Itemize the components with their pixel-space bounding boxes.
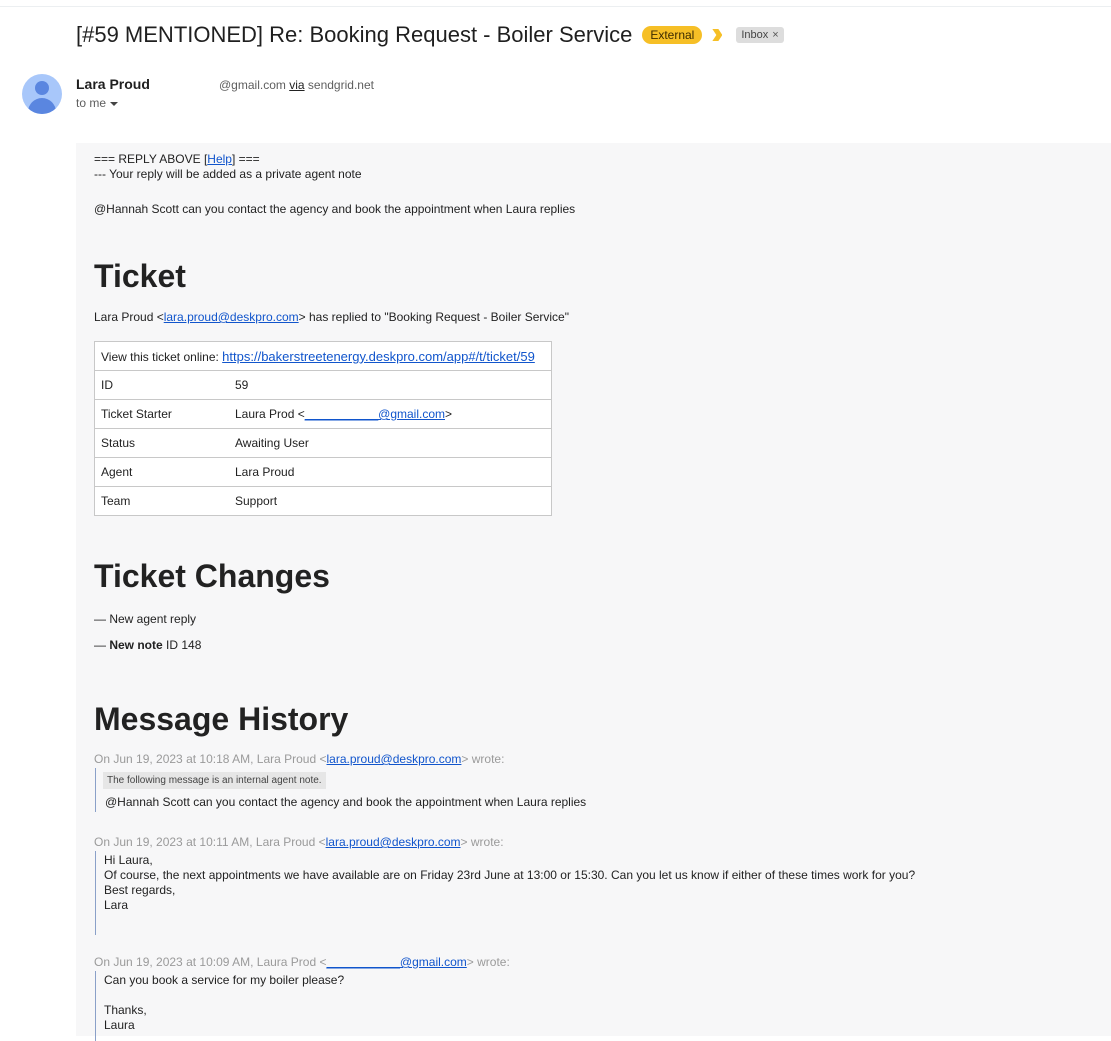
reply-above-prefix: === REPLY ABOVE [ <box>94 152 208 166</box>
table-row: Agent Lara Proud <box>94 457 552 487</box>
sender-avatar[interactable] <box>22 74 62 114</box>
change-item: — New agent reply <box>94 612 197 626</box>
message-body: === REPLY ABOVE [Help] === --- Your repl… <box>76 143 1111 1041</box>
email-subject: [#59 MENTIONED] Re: Booking Request - Bo… <box>76 22 633 47</box>
history-line: Laura <box>104 1018 135 1032</box>
view-online-label: View this ticket online: <box>101 349 223 364</box>
row-value: Lara Proud <box>229 457 552 487</box>
chevron-down-icon <box>110 101 119 106</box>
message-history-heading: Message History <box>94 701 349 737</box>
change-dash: — <box>94 638 110 652</box>
replied-suffix: > has replied to "Booking Request - Boil… <box>298 310 569 324</box>
history-line: Lara <box>104 898 129 912</box>
inbox-label: Inbox × <box>736 27 784 43</box>
avatar-head <box>35 81 49 95</box>
internal-note-banner: The following message is an internal age… <box>103 772 326 789</box>
history-header: On Jun 19, 2023 at 10:09 AM, Laura Prod … <box>94 955 510 969</box>
table-row: Ticket Starter Laura Prod <___________@g… <box>94 399 552 429</box>
history-line: @Hannah Scott can you contact the agency… <box>105 795 586 809</box>
mention-line: @Hannah Scott can you contact the agency… <box>94 202 575 216</box>
table-row: Team Support <box>94 486 552 516</box>
history-line: Thanks, <box>104 1003 147 1017</box>
row-key: ID <box>94 370 229 400</box>
row-value: 59 <box>229 370 552 400</box>
reply-above-line: === REPLY ABOVE [Help] === <box>94 152 260 166</box>
table-row: Status Awaiting User <box>94 428 552 458</box>
ticket-details-table: View this ticket online: https://bakerst… <box>94 341 552 516</box>
replied-line: Lara Proud <lara.proud@deskpro.com> has … <box>94 310 569 324</box>
change-bold: New note <box>109 638 163 652</box>
history-mention-rest: contact the agency and book the appointm… <box>235 795 587 809</box>
history-email-link[interactable]: lara.proud@deskpro.com <box>326 835 461 849</box>
help-link[interactable]: Help <box>207 152 232 166</box>
ticket-changes-heading: Ticket Changes <box>94 558 330 594</box>
row-key: Agent <box>94 457 229 487</box>
importance-marker-icon[interactable] <box>712 29 726 41</box>
history-header-prefix: On Jun 19, 2023 at 10:18 AM, Lara Proud … <box>94 752 327 766</box>
table-row: ID 59 <box>94 370 552 400</box>
view-online-cell: View this ticket online: https://bakerst… <box>94 341 552 371</box>
history-quote <box>95 971 96 1041</box>
change-rest: ID 148 <box>162 638 202 652</box>
history-mention: @Hannah Scott can you <box>105 795 236 809</box>
ticket-url-link[interactable]: https://bakerstreetenergy.deskpro.com/ap… <box>222 349 535 364</box>
history-header: On Jun 19, 2023 at 10:18 AM, Lara Proud … <box>94 752 504 766</box>
sender-name[interactable]: Lara Proud <box>76 76 150 92</box>
internal-note-text: The following message is an internal age… <box>103 772 326 789</box>
external-label: External <box>642 26 703 44</box>
history-header-suffix: > wrote: <box>466 955 510 969</box>
remove-label-icon[interactable]: × <box>772 29 778 41</box>
history-line: Hi Laura, <box>104 853 153 867</box>
reply-above-suffix: ] === <box>231 152 260 166</box>
top-divider <box>0 6 1111 7</box>
row-value: Laura Prod <___________@gmail.com> <box>229 399 552 429</box>
row-key: Ticket Starter <box>94 399 229 429</box>
avatar-body <box>28 98 56 114</box>
history-line: Best regards, <box>104 883 176 897</box>
history-email-link[interactable]: lara.proud@deskpro.com <box>327 752 462 766</box>
history-email-link[interactable]: ___________@gmail.com <box>327 955 467 969</box>
table-row: View this ticket online: https://bakerst… <box>94 341 552 371</box>
recipient-details-toggle[interactable]: to me <box>76 96 119 110</box>
via-domain: sendgrid.net <box>307 78 374 92</box>
starter-email-link[interactable]: ___________@gmail.com <box>305 407 445 421</box>
ticket-heading: Ticket <box>94 258 186 294</box>
history-line: Can you book a service for my boiler ple… <box>104 973 345 987</box>
mention-text: contact the agency and book the appointm… <box>224 202 576 216</box>
history-header-prefix: On Jun 19, 2023 at 10:09 AM, Laura Prod … <box>94 955 327 969</box>
history-quote <box>95 851 96 935</box>
history-line: Of course, the next appointments we have… <box>104 868 916 882</box>
starter-prefix: Laura Prod < <box>235 407 305 421</box>
change-item: — New note ID 148 <box>94 638 201 652</box>
row-value: Awaiting User <box>229 428 552 458</box>
history-header-suffix: > wrote: <box>461 752 505 766</box>
sender-email: @gmail.com via sendgrid.net <box>219 78 374 92</box>
to-me-label: to me <box>76 96 107 110</box>
replied-email-link[interactable]: lara.proud@deskpro.com <box>164 310 299 324</box>
history-header-prefix: On Jun 19, 2023 at 10:11 AM, Lara Proud … <box>94 835 326 849</box>
sender-email-suffix: @gmail.com <box>219 78 286 92</box>
via-label[interactable]: via <box>289 78 304 92</box>
subject-row: [#59 MENTIONED] Re: Booking Request - Bo… <box>76 22 784 48</box>
replied-prefix: Lara Proud < <box>94 310 164 324</box>
history-header-suffix: > wrote: <box>460 835 504 849</box>
starter-suffix: > <box>445 407 453 421</box>
inbox-label-text: Inbox <box>741 29 769 41</box>
row-value: Support <box>229 486 552 516</box>
private-note-line: --- Your reply will be added as a privat… <box>94 167 362 181</box>
history-header: On Jun 19, 2023 at 10:11 AM, Lara Proud … <box>94 835 504 849</box>
row-key: Team <box>94 486 229 516</box>
row-key: Status <box>94 428 229 458</box>
history-quote <box>95 768 96 812</box>
mention-name: @Hannah Scott can you <box>94 202 225 216</box>
